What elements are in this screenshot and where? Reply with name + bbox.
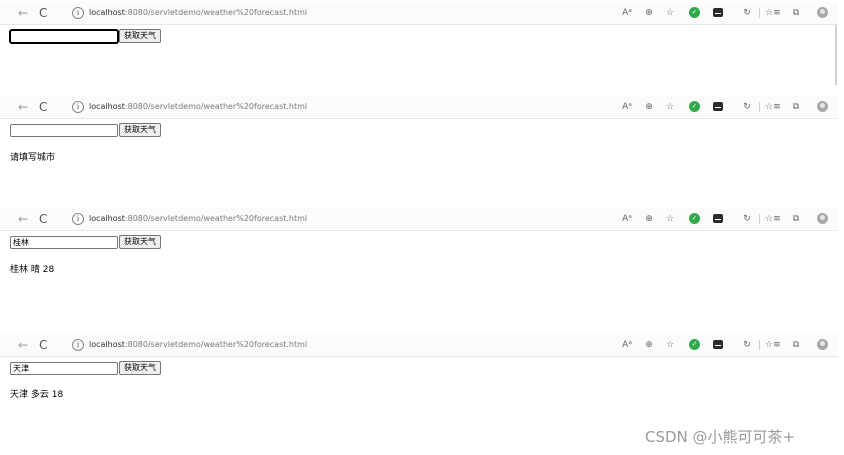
city-input[interactable] — [10, 362, 118, 375]
check-extension-icon[interactable]: ✓ — [689, 7, 700, 18]
reload-icon[interactable]: C — [39, 208, 47, 230]
refresh-extension-icon[interactable]: ↻ — [740, 2, 754, 24]
check-extension-icon[interactable]: ✓ — [689, 339, 700, 350]
favorites-icon[interactable]: ☆≡ — [765, 2, 781, 24]
url-host: localhost — [89, 8, 125, 17]
get-weather-button[interactable]: 获取天气 — [119, 123, 161, 137]
zoom-icon[interactable]: ⊕ — [642, 96, 656, 118]
address-bar[interactable]: localhost:8080/servletdemo/weather%20for… — [89, 96, 307, 118]
dark-extension-icon[interactable] — [713, 102, 723, 111]
weather-result-text: 天津 多云 18 — [10, 390, 64, 400]
city-input[interactable] — [10, 236, 118, 249]
site-info-icon[interactable]: i — [72, 213, 84, 225]
address-bar[interactable]: localhost:8080/servletdemo/weather%20for… — [89, 334, 307, 356]
site-info-icon[interactable]: i — [72, 101, 84, 113]
profile-avatar-icon[interactable] — [817, 101, 828, 112]
add-favorite-icon[interactable]: ☆ — [663, 2, 677, 24]
collections-icon[interactable]: ⧉ — [789, 334, 803, 356]
add-favorite-icon[interactable]: ☆ — [663, 96, 677, 118]
dark-extension-icon[interactable] — [713, 214, 723, 223]
get-weather-button[interactable]: 获取天气 — [119, 235, 161, 249]
site-info-icon[interactable]: i — [72, 339, 84, 351]
address-bar[interactable]: localhost:8080/servletdemo/weather%20for… — [89, 208, 307, 230]
url-host: localhost — [89, 340, 125, 349]
scrollbar[interactable] — [835, 25, 837, 85]
toolbar-divider — [759, 102, 760, 112]
toolbar-divider — [759, 214, 760, 224]
favorites-icon[interactable]: ☆≡ — [765, 334, 781, 356]
zoom-icon[interactable]: ⊕ — [642, 334, 656, 356]
reload-icon[interactable]: C — [39, 96, 47, 118]
back-arrow-icon[interactable]: ← — [15, 96, 31, 118]
toolbar-divider — [759, 8, 760, 18]
url-path: :8080/servletdemo/weather%20forecast.htm… — [124, 8, 308, 17]
address-bar[interactable]: localhost:8080/servletdemo/weather%20for… — [89, 2, 307, 24]
weather-result-text: 请填写城市 — [10, 153, 56, 163]
browser-window-2: ← C i localhost:8080/servletdemo/weather… — [0, 96, 838, 208]
refresh-extension-icon[interactable]: ↻ — [740, 208, 754, 230]
zoom-icon[interactable]: ⊕ — [642, 208, 656, 230]
back-arrow-icon[interactable]: ← — [15, 2, 31, 24]
url-host: localhost — [89, 102, 125, 111]
favorites-icon[interactable]: ☆≡ — [765, 96, 781, 118]
check-extension-icon[interactable]: ✓ — [689, 213, 700, 224]
browser-window-1: ← C i localhost:8080/servletdemo/weather… — [0, 0, 838, 95]
browser-toolbar: ← C i localhost:8080/servletdemo/weather… — [0, 96, 838, 119]
csdn-watermark: CSDN @小熊可可茶+ — [645, 428, 796, 446]
get-weather-button[interactable]: 获取天气 — [119, 29, 161, 43]
browser-toolbar: ← C i localhost:8080/servletdemo/weather… — [0, 208, 838, 231]
refresh-extension-icon[interactable]: ↻ — [740, 334, 754, 356]
collections-icon[interactable]: ⧉ — [789, 96, 803, 118]
url-host: localhost — [89, 214, 125, 223]
browser-window-3: ← C i localhost:8080/servletdemo/weather… — [0, 208, 838, 334]
dark-extension-icon[interactable] — [713, 8, 723, 17]
reload-icon[interactable]: C — [39, 334, 47, 356]
weather-result-text: 桂林 晴 28 — [10, 265, 55, 275]
back-arrow-icon[interactable]: ← — [15, 208, 31, 230]
read-aloud-icon[interactable]: Aᵃ — [620, 2, 634, 24]
url-path: :8080/servletdemo/weather%20forecast.htm… — [124, 102, 308, 111]
get-weather-button[interactable]: 获取天气 — [119, 361, 161, 375]
read-aloud-icon[interactable]: Aᵃ — [620, 334, 634, 356]
url-path: :8080/servletdemo/weather%20forecast.htm… — [124, 214, 308, 223]
browser-window-4: ← C i localhost:8080/servletdemo/weather… — [0, 334, 838, 434]
browser-toolbar: ← C i localhost:8080/servletdemo/weather… — [0, 2, 838, 25]
add-favorite-icon[interactable]: ☆ — [663, 208, 677, 230]
read-aloud-icon[interactable]: Aᵃ — [620, 96, 634, 118]
refresh-extension-icon[interactable]: ↻ — [740, 96, 754, 118]
city-input[interactable] — [10, 124, 118, 137]
back-arrow-icon[interactable]: ← — [15, 334, 31, 356]
profile-avatar-icon[interactable] — [817, 339, 828, 350]
read-aloud-icon[interactable]: Aᵃ — [620, 208, 634, 230]
collections-icon[interactable]: ⧉ — [789, 2, 803, 24]
city-input[interactable] — [10, 30, 118, 43]
profile-avatar-icon[interactable] — [817, 7, 828, 18]
browser-toolbar: ← C i localhost:8080/servletdemo/weather… — [0, 334, 838, 357]
zoom-icon[interactable]: ⊕ — [642, 2, 656, 24]
reload-icon[interactable]: C — [39, 2, 47, 24]
check-extension-icon[interactable]: ✓ — [689, 101, 700, 112]
site-info-icon[interactable]: i — [72, 7, 84, 19]
dark-extension-icon[interactable] — [713, 340, 723, 349]
favorites-icon[interactable]: ☆≡ — [765, 208, 781, 230]
profile-avatar-icon[interactable] — [817, 213, 828, 224]
url-path: :8080/servletdemo/weather%20forecast.htm… — [124, 340, 308, 349]
add-favorite-icon[interactable]: ☆ — [663, 334, 677, 356]
collections-icon[interactable]: ⧉ — [789, 208, 803, 230]
toolbar-divider — [759, 340, 760, 350]
